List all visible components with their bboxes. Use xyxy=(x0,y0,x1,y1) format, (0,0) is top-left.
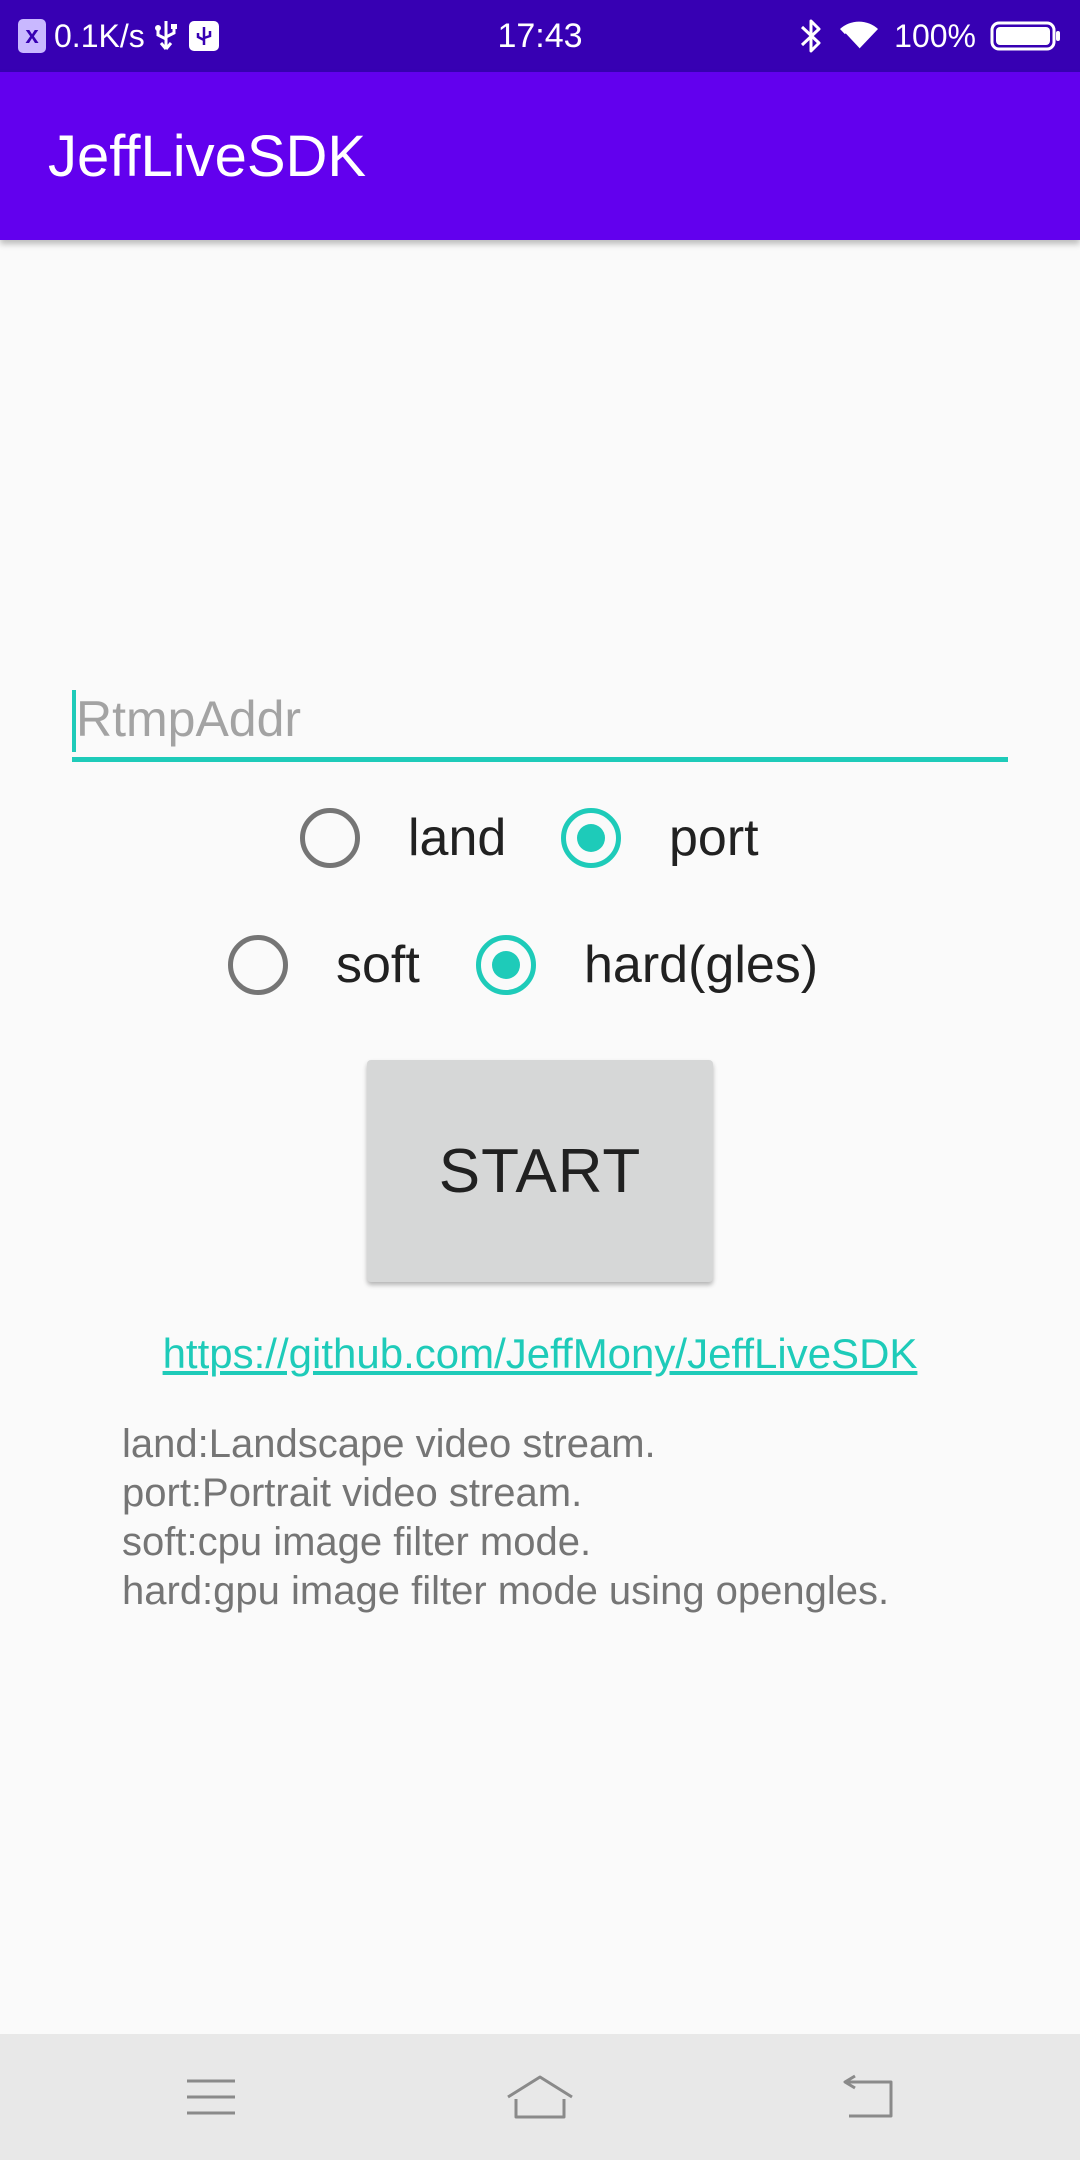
radio-hard[interactable]: hard(gles) xyxy=(476,920,818,1010)
usb-icon xyxy=(153,19,179,53)
bluetooth-icon xyxy=(798,17,824,55)
home-button[interactable] xyxy=(480,2034,600,2160)
radio-soft-label: soft xyxy=(336,936,420,994)
menu-icon xyxy=(187,2079,235,2115)
rtmp-address-input[interactable] xyxy=(72,680,1008,762)
orientation-radio-group: land port xyxy=(0,793,1080,883)
filter-mode-radio-group: soft hard(gles) xyxy=(0,920,1080,1010)
radio-port[interactable]: port xyxy=(561,793,759,883)
radio-checked-icon xyxy=(561,808,621,868)
battery-percent: 100% xyxy=(894,17,976,54)
network-speed: 0.1K/s xyxy=(54,17,145,54)
radio-soft[interactable]: soft xyxy=(228,920,420,1010)
radio-land[interactable]: land xyxy=(300,793,506,883)
wifi-icon xyxy=(838,19,880,53)
screen: x 0.1K/s 17:43 100% JeffLiveSDK RtmpAddr… xyxy=(0,0,1080,2160)
radio-checked-icon xyxy=(476,935,536,995)
back-icon xyxy=(843,2074,893,2118)
app-bar: JeffLiveSDK xyxy=(0,72,1080,240)
menu-button[interactable] xyxy=(151,2034,271,2160)
radio-port-label: port xyxy=(669,809,759,867)
start-button[interactable]: START xyxy=(367,1060,713,1282)
radio-hard-label: hard(gles) xyxy=(584,936,819,994)
rtmp-input-container xyxy=(72,680,1008,768)
status-bar: x 0.1K/s 17:43 100% xyxy=(0,0,1080,72)
battery-icon xyxy=(990,19,1062,53)
description-text: land:Landscape video stream. port:Portra… xyxy=(122,1420,889,1616)
back-button[interactable] xyxy=(809,2034,929,2160)
description-line: hard:gpu image filter mode using opengle… xyxy=(122,1569,890,1613)
status-right: 100% xyxy=(798,0,1062,72)
text-caret xyxy=(72,690,76,752)
status-left: x 0.1K/s xyxy=(18,0,221,72)
radio-unchecked-icon xyxy=(228,935,288,995)
description-line: port:Portrait video stream. xyxy=(122,1471,583,1515)
description-line: land:Landscape video stream. xyxy=(122,1422,656,1466)
radio-unchecked-icon xyxy=(300,808,360,868)
navigation-bar xyxy=(0,2034,1080,2160)
close-badge-icon: x xyxy=(18,19,46,53)
home-icon xyxy=(507,2075,573,2119)
app-title: JeffLiveSDK xyxy=(48,123,367,189)
radio-land-label: land xyxy=(408,809,507,867)
github-link[interactable]: https://github.com/JeffMony/JeffLiveSDK xyxy=(0,1330,1080,1378)
description-line: soft:cpu image filter mode. xyxy=(122,1520,592,1564)
usb-debug-icon xyxy=(187,19,221,53)
